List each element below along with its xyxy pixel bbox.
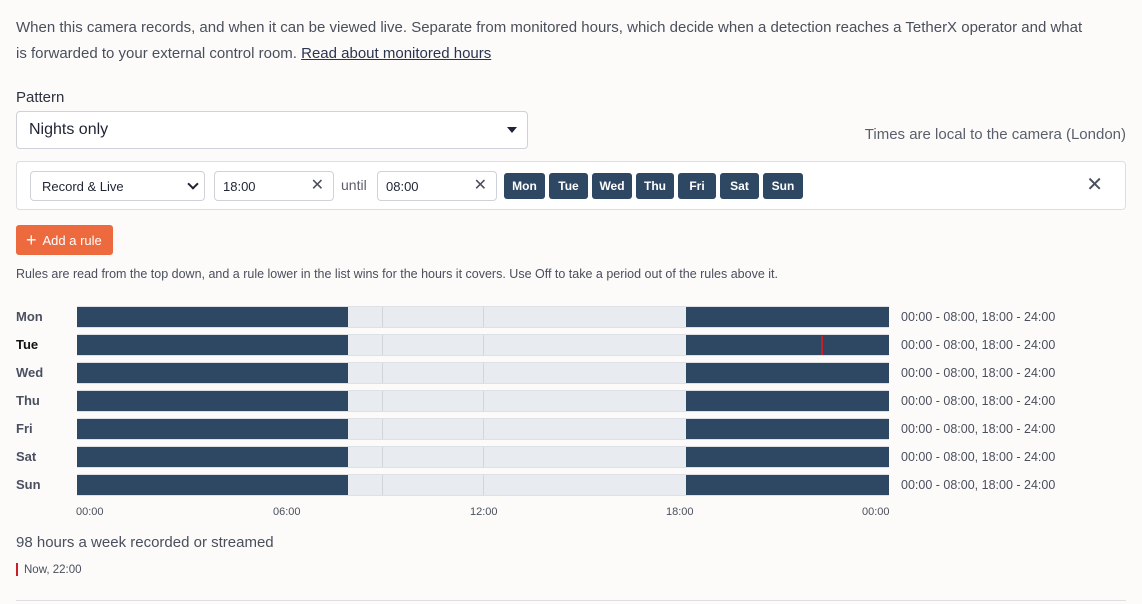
day-toggle-fri[interactable]: Fri [678, 173, 716, 199]
day-schedule-bar [77, 390, 889, 412]
clear-icon[interactable]: ✕ [311, 177, 324, 195]
hour-gridline [483, 447, 484, 467]
day-range-text: 00:00 - 08:00, 18:00 - 24:00 [901, 338, 1056, 352]
until-label: until [341, 177, 367, 193]
day-label-thu: Thu [16, 393, 40, 408]
now-marker [821, 336, 824, 355]
timezone-note: Times are local to the camera (London) [864, 126, 1126, 143]
hour-gridline [483, 307, 484, 327]
active-segment [686, 475, 889, 495]
now-legend-label: Now, 22:00 [24, 563, 82, 576]
hour-gridline [381, 335, 383, 355]
day-label-sat: Sat [16, 449, 37, 464]
hour-gridline [483, 475, 484, 495]
intro-text: When this camera records, and when it ca… [16, 15, 1096, 67]
active-segment [686, 307, 889, 327]
end-time-value: 08:00 [386, 179, 419, 194]
monitored-hours-link[interactable]: Read about monitored hours [301, 45, 491, 62]
start-time-input[interactable]: 18:00 ✕ [214, 171, 334, 201]
hour-gridline [483, 363, 484, 383]
active-segment [686, 391, 889, 411]
day-schedule-bar [77, 474, 889, 496]
hour-gridline [381, 307, 383, 327]
active-segment [686, 447, 889, 467]
day-toggle-mon[interactable]: Mon [504, 173, 545, 199]
axis-tick: 00:00 [76, 506, 104, 518]
rules-note: Rules are read from the top down, and a … [16, 267, 778, 281]
remove-rule-icon[interactable]: ✕ [1086, 173, 1103, 197]
hour-gridline [381, 363, 383, 383]
day-schedule-bar [77, 446, 889, 468]
weekly-summary: 98 hours a week recorded or streamed [16, 534, 274, 551]
active-segment [686, 335, 889, 355]
day-schedule-bar [77, 334, 889, 356]
active-segment [77, 391, 348, 411]
active-segment [77, 475, 348, 495]
intro-description: When this camera records, and when it ca… [16, 19, 1083, 62]
pattern-select[interactable]: Nights only [16, 111, 528, 149]
rule-row: Record & Live 18:00 ✕ until 08:00 ✕ Mon … [16, 161, 1126, 210]
active-segment [77, 363, 348, 383]
mode-select[interactable]: Record & Live [30, 171, 205, 201]
hour-gridline [381, 419, 383, 439]
active-segment [686, 419, 889, 439]
day-toggle-wed[interactable]: Wed [592, 173, 632, 199]
axis-tick: 18:00 [666, 506, 694, 518]
active-segment [686, 363, 889, 383]
day-range-text: 00:00 - 08:00, 18:00 - 24:00 [901, 422, 1056, 436]
now-legend: Now, 22:00 [16, 563, 82, 576]
pattern-label: Pattern [16, 89, 65, 106]
day-label-wed: Wed [16, 365, 44, 380]
day-label-sun: Sun [16, 477, 41, 492]
hour-gridline [381, 447, 383, 467]
clear-icon[interactable]: ✕ [474, 177, 487, 195]
active-segment [77, 419, 348, 439]
day-toggle-tue[interactable]: Tue [549, 173, 588, 199]
day-label-mon: Mon [16, 309, 43, 324]
day-label-fri: Fri [16, 421, 33, 436]
day-schedule-bar [77, 362, 889, 384]
day-toggle-sun[interactable]: Sun [763, 173, 803, 199]
add-rule-button[interactable]: + Add a rule [16, 225, 113, 255]
day-range-text: 00:00 - 08:00, 18:00 - 24:00 [901, 478, 1056, 492]
chevron-down-icon [187, 178, 199, 190]
hour-gridline [483, 419, 484, 439]
day-schedule-bar [77, 306, 889, 328]
day-toggle-thu[interactable]: Thu [636, 173, 674, 199]
caret-down-icon [507, 127, 517, 133]
add-rule-label: Add a rule [42, 232, 102, 248]
day-schedule-bar [77, 418, 889, 440]
day-label-tue: Tue [16, 337, 39, 352]
day-range-text: 00:00 - 08:00, 18:00 - 24:00 [901, 450, 1056, 464]
divider [16, 600, 1126, 601]
day-range-text: 00:00 - 08:00, 18:00 - 24:00 [901, 366, 1056, 380]
hour-gridline [381, 475, 383, 495]
day-toggle-sat[interactable]: Sat [720, 173, 759, 199]
pattern-value: Nights only [29, 121, 109, 138]
active-segment [77, 307, 348, 327]
now-marker-icon [16, 563, 18, 576]
day-range-text: 00:00 - 08:00, 18:00 - 24:00 [901, 394, 1056, 408]
hour-gridline [483, 391, 484, 411]
end-time-input[interactable]: 08:00 ✕ [377, 171, 497, 201]
active-segment [77, 335, 348, 355]
plus-icon: + [26, 230, 37, 250]
axis-tick: 12:00 [470, 506, 498, 518]
active-segment [77, 447, 348, 467]
mode-value: Record & Live [42, 179, 124, 194]
axis-tick: 06:00 [273, 506, 301, 518]
day-range-text: 00:00 - 08:00, 18:00 - 24:00 [901, 310, 1056, 324]
hour-gridline [381, 391, 383, 411]
start-time-value: 18:00 [223, 179, 256, 194]
hour-gridline [483, 335, 484, 355]
axis-tick: 00:00 [862, 506, 890, 518]
